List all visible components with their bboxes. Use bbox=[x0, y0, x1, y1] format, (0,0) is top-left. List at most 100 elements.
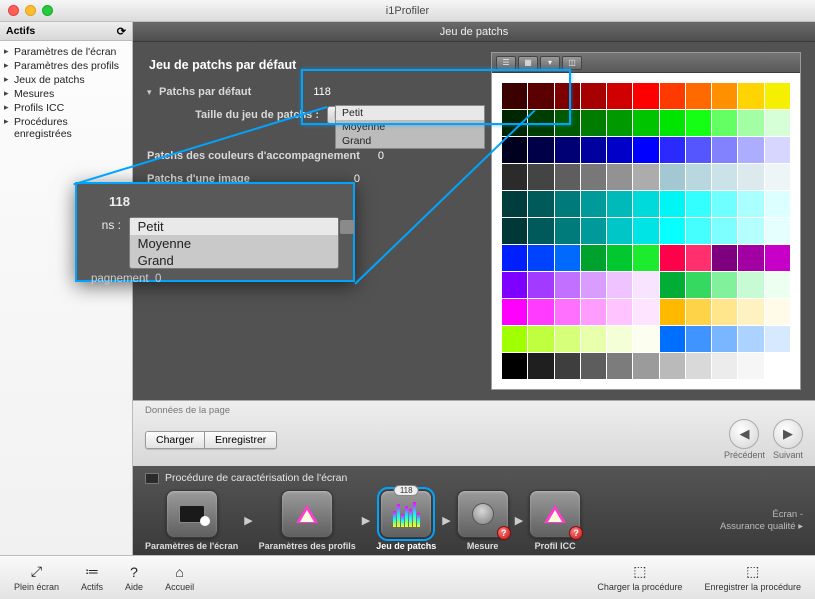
color-swatch[interactable] bbox=[607, 299, 632, 325]
dropdown-option[interactable]: Petit bbox=[130, 218, 338, 235]
color-swatch[interactable] bbox=[712, 83, 737, 109]
color-swatch[interactable] bbox=[686, 299, 711, 325]
color-swatch[interactable] bbox=[765, 218, 790, 244]
color-swatch[interactable] bbox=[502, 299, 527, 325]
next-button[interactable]: ▶ bbox=[773, 419, 803, 449]
color-swatch[interactable] bbox=[633, 137, 658, 163]
save-procedure-button[interactable]: ⬚ Enregistrer la procédure bbox=[704, 564, 801, 592]
color-swatch[interactable] bbox=[712, 299, 737, 325]
color-swatch[interactable] bbox=[555, 137, 580, 163]
color-swatch[interactable] bbox=[581, 299, 606, 325]
color-swatch[interactable] bbox=[528, 137, 553, 163]
color-swatch[interactable] bbox=[502, 110, 527, 136]
dropdown-option[interactable]: Moyenne bbox=[130, 235, 338, 252]
color-swatch[interactable] bbox=[528, 164, 553, 190]
color-swatch[interactable] bbox=[528, 326, 553, 352]
color-swatch[interactable] bbox=[686, 83, 711, 109]
color-swatch[interactable] bbox=[607, 245, 632, 271]
color-swatch[interactable] bbox=[633, 164, 658, 190]
color-swatch[interactable] bbox=[738, 353, 763, 379]
load-procedure-button[interactable]: ⬚ Charger la procédure bbox=[597, 564, 682, 592]
color-swatch[interactable] bbox=[528, 83, 553, 109]
color-swatch[interactable] bbox=[633, 110, 658, 136]
color-swatch[interactable] bbox=[607, 110, 632, 136]
sort-icon[interactable]: ▾ bbox=[540, 56, 560, 70]
color-swatch[interactable] bbox=[765, 326, 790, 352]
sidebar-item[interactable]: Paramètres de l'écran bbox=[0, 45, 132, 59]
color-swatch[interactable] bbox=[528, 245, 553, 271]
sidebar-item[interactable]: Procédures enregistrées bbox=[0, 115, 132, 141]
color-swatch[interactable] bbox=[633, 191, 658, 217]
refresh-icon[interactable]: ⟳ bbox=[117, 25, 126, 38]
color-swatch[interactable] bbox=[633, 326, 658, 352]
color-swatch[interactable] bbox=[528, 299, 553, 325]
color-swatch[interactable] bbox=[633, 245, 658, 271]
color-swatch[interactable] bbox=[765, 245, 790, 271]
dropdown-option[interactable]: Petit bbox=[336, 106, 484, 120]
color-swatch[interactable] bbox=[607, 218, 632, 244]
color-swatch[interactable] bbox=[686, 326, 711, 352]
color-swatch[interactable] bbox=[555, 245, 580, 271]
color-swatch[interactable] bbox=[660, 164, 685, 190]
color-swatch[interactable] bbox=[555, 191, 580, 217]
assets-button[interactable]: ≔ Actifs bbox=[81, 564, 103, 592]
color-swatch[interactable] bbox=[528, 218, 553, 244]
dropdown-option[interactable]: Grand bbox=[130, 252, 338, 269]
color-swatch[interactable] bbox=[633, 299, 658, 325]
home-button[interactable]: ⌂ Accueil bbox=[165, 564, 194, 592]
color-swatch[interactable] bbox=[581, 218, 606, 244]
color-swatch[interactable] bbox=[765, 164, 790, 190]
color-swatch[interactable] bbox=[712, 326, 737, 352]
sidebar-item[interactable]: Profils ICC bbox=[0, 101, 132, 115]
color-swatch[interactable] bbox=[555, 164, 580, 190]
color-swatch[interactable] bbox=[765, 137, 790, 163]
color-swatch[interactable] bbox=[765, 299, 790, 325]
zoom-dropdown[interactable]: Petit Moyenne Grand bbox=[129, 217, 339, 269]
color-swatch[interactable] bbox=[686, 245, 711, 271]
color-swatch[interactable] bbox=[633, 353, 658, 379]
color-swatch[interactable] bbox=[712, 137, 737, 163]
color-swatch[interactable] bbox=[712, 164, 737, 190]
color-swatch[interactable] bbox=[607, 83, 632, 109]
color-swatch[interactable] bbox=[502, 191, 527, 217]
color-swatch[interactable] bbox=[660, 326, 685, 352]
color-swatch[interactable] bbox=[502, 353, 527, 379]
color-swatch[interactable] bbox=[738, 272, 763, 298]
color-swatch[interactable] bbox=[738, 191, 763, 217]
sidebar-item[interactable]: Paramètres des profils bbox=[0, 59, 132, 73]
color-swatch[interactable] bbox=[581, 353, 606, 379]
color-swatch[interactable] bbox=[765, 83, 790, 109]
color-swatch[interactable] bbox=[765, 191, 790, 217]
color-swatch[interactable] bbox=[555, 272, 580, 298]
patch-size-options[interactable]: Petit Moyenne Grand bbox=[335, 105, 485, 149]
color-swatch[interactable] bbox=[738, 299, 763, 325]
color-swatch[interactable] bbox=[555, 299, 580, 325]
color-swatch[interactable] bbox=[765, 353, 790, 379]
dropdown-option[interactable]: Moyenne bbox=[336, 120, 484, 134]
color-swatch[interactable] bbox=[660, 110, 685, 136]
color-swatch[interactable] bbox=[555, 83, 580, 109]
color-swatch[interactable] bbox=[738, 164, 763, 190]
color-swatch[interactable] bbox=[738, 83, 763, 109]
color-swatch[interactable] bbox=[607, 137, 632, 163]
color-swatch[interactable] bbox=[765, 110, 790, 136]
load-button[interactable]: Charger bbox=[145, 431, 205, 449]
color-swatch[interactable] bbox=[738, 218, 763, 244]
view-list-icon[interactable]: ☰ bbox=[496, 56, 516, 70]
view-grid-icon[interactable]: ▦ bbox=[518, 56, 538, 70]
workflow-step[interactable]: Paramètres de l'écran bbox=[145, 490, 238, 551]
color-swatch[interactable] bbox=[738, 110, 763, 136]
disclosure-icon[interactable] bbox=[147, 86, 159, 98]
color-swatch[interactable] bbox=[607, 326, 632, 352]
color-swatch[interactable] bbox=[555, 326, 580, 352]
color-swatch[interactable] bbox=[607, 353, 632, 379]
color-swatch[interactable] bbox=[686, 110, 711, 136]
color-swatch[interactable] bbox=[633, 83, 658, 109]
color-swatch[interactable] bbox=[607, 164, 632, 190]
color-swatch[interactable] bbox=[581, 110, 606, 136]
sidebar-item[interactable]: Mesures bbox=[0, 87, 132, 101]
color-swatch[interactable] bbox=[686, 191, 711, 217]
color-swatch[interactable] bbox=[660, 218, 685, 244]
color-swatch[interactable] bbox=[581, 83, 606, 109]
color-swatch[interactable] bbox=[581, 326, 606, 352]
